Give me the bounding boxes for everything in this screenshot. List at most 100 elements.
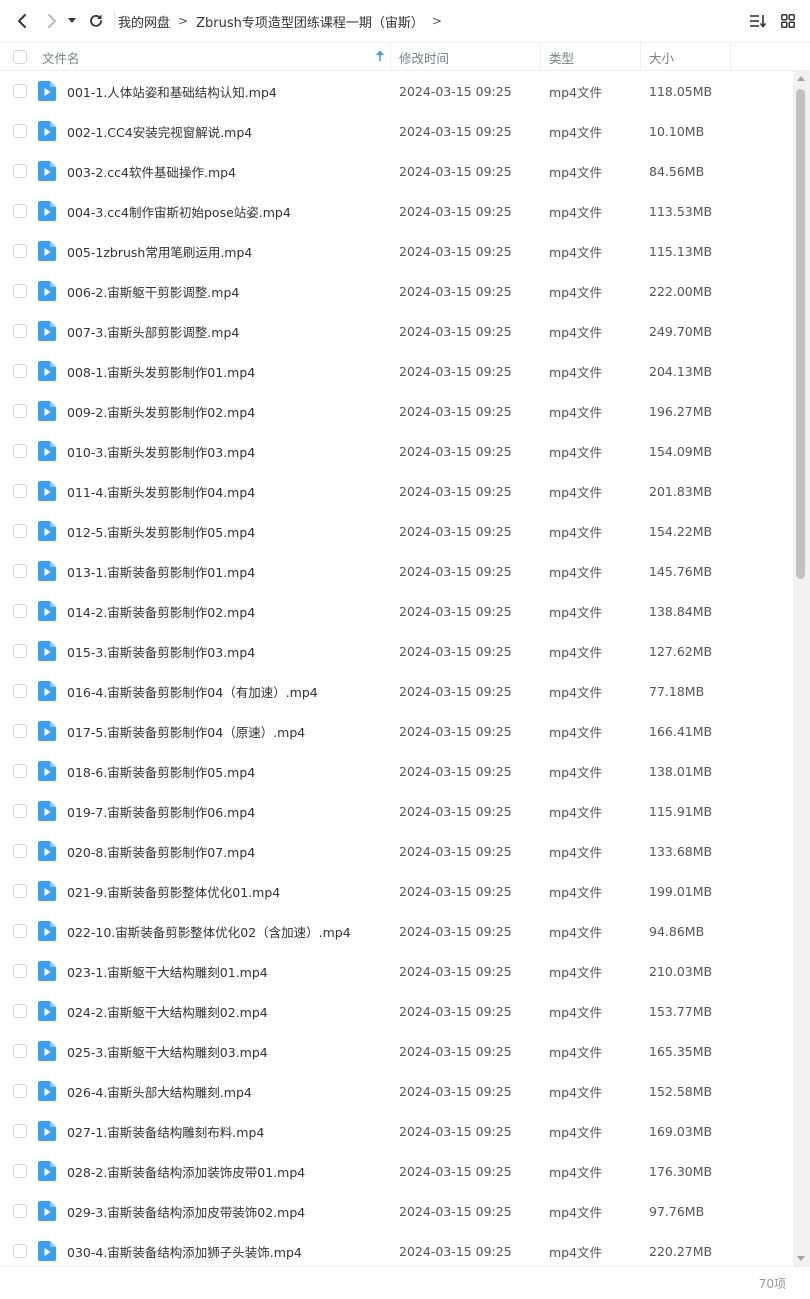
file-type: mp4文件 — [549, 324, 603, 340]
scroll-up-arrow-icon[interactable] — [797, 76, 805, 81]
file-row[interactable]: 014-2.宙斯装备剪影制作02.mp4 2024-03-15 09:25 mp… — [0, 591, 793, 631]
file-size: 94.86MB — [649, 923, 705, 939]
column-divider[interactable] — [730, 43, 731, 71]
file-name: 016-4.宙斯装备剪影制作04（有加速）.mp4 — [67, 684, 318, 700]
file-row[interactable]: 022-10.宙斯装备剪影整体优化02（含加速）.mp4 2024-03-15 … — [0, 911, 793, 951]
file-size: 169.03MB — [649, 1123, 713, 1139]
file-size: 210.03MB — [649, 963, 713, 979]
row-checkbox[interactable] — [13, 84, 27, 98]
file-row[interactable]: 004-3.cc4制作宙斯初始pose站姿.mp4 2024-03-15 09:… — [0, 191, 793, 231]
file-row[interactable]: 020-8.宙斯装备剪影制作07.mp4 2024-03-15 09:25 mp… — [0, 831, 793, 871]
file-row[interactable]: 024-2.宙斯躯干大结构雕刻02.mp4 2024-03-15 09:25 m… — [0, 991, 793, 1031]
file-row[interactable]: 016-4.宙斯装备剪影制作04（有加速）.mp4 2024-03-15 09:… — [0, 671, 793, 711]
row-checkbox[interactable] — [13, 764, 27, 778]
file-row[interactable]: 013-1.宙斯装备剪影制作01.mp4 2024-03-15 09:25 mp… — [0, 551, 793, 591]
row-checkbox[interactable] — [13, 164, 27, 178]
row-checkbox[interactable] — [13, 724, 27, 738]
file-row[interactable]: 002-1.CC4安装完视窗解说.mp4 2024-03-15 09:25 mp… — [0, 111, 793, 151]
row-checkbox[interactable] — [13, 684, 27, 698]
file-row[interactable]: 025-3.宙斯躯干大结构雕刻03.mp4 2024-03-15 09:25 m… — [0, 1031, 793, 1071]
file-row[interactable]: 007-3.宙斯头部剪影调整.mp4 2024-03-15 09:25 mp4文… — [0, 311, 793, 351]
file-row[interactable]: 011-4.宙斯头发剪影制作04.mp4 2024-03-15 09:25 mp… — [0, 471, 793, 511]
file-row[interactable]: 001-1.人体站姿和基础结构认知.mp4 2024-03-15 09:25 m… — [0, 71, 793, 111]
scroll-down-arrow-icon[interactable] — [797, 1256, 805, 1261]
back-button[interactable] — [10, 9, 34, 33]
row-checkbox[interactable] — [13, 324, 27, 338]
row-checkbox[interactable] — [13, 124, 27, 138]
file-type: mp4文件 — [549, 404, 603, 420]
file-row[interactable]: 028-2.宙斯装备结构添加装饰皮带01.mp4 2024-03-15 09:2… — [0, 1151, 793, 1191]
video-file-icon — [38, 1121, 56, 1141]
file-row[interactable]: 027-1.宙斯装备结构雕刻布料.mp4 2024-03-15 09:25 mp… — [0, 1111, 793, 1151]
file-name: 002-1.CC4安装完视窗解说.mp4 — [67, 124, 253, 140]
row-checkbox[interactable] — [13, 524, 27, 538]
refresh-button[interactable] — [84, 9, 108, 33]
row-checkbox[interactable] — [13, 364, 27, 378]
row-checkbox[interactable] — [13, 884, 27, 898]
file-row[interactable]: 021-9.宙斯装备剪影整体优化01.mp4 2024-03-15 09:25 … — [0, 871, 793, 911]
file-row[interactable]: 010-3.宙斯头发剪影制作03.mp4 2024-03-15 09:25 mp… — [0, 431, 793, 471]
row-checkbox[interactable] — [13, 604, 27, 618]
column-divider[interactable] — [640, 43, 641, 71]
file-row[interactable]: 019-7.宙斯装备剪影制作06.mp4 2024-03-15 09:25 mp… — [0, 791, 793, 831]
row-checkbox[interactable] — [13, 1004, 27, 1018]
row-checkbox[interactable] — [13, 644, 27, 658]
file-row[interactable]: 003-2.cc4软件基础操作.mp4 2024-03-15 09:25 mp4… — [0, 151, 793, 191]
file-row[interactable]: 030-4.宙斯装备结构添加狮子头装饰.mp4 2024-03-15 09:25… — [0, 1231, 793, 1266]
select-all-checkbox[interactable] — [13, 50, 27, 64]
breadcrumb-separator[interactable]: > — [432, 14, 442, 28]
column-divider[interactable] — [540, 43, 541, 71]
column-header-name[interactable]: 文件名 — [42, 43, 80, 71]
file-row[interactable]: 017-5.宙斯装备剪影制作04（原速）.mp4 2024-03-15 09:2… — [0, 711, 793, 751]
forward-button[interactable] — [40, 9, 64, 33]
column-header-type[interactable]: 类型 — [549, 43, 574, 71]
file-row[interactable]: 018-6.宙斯装备剪影制作05.mp4 2024-03-15 09:25 mp… — [0, 751, 793, 791]
row-checkbox[interactable] — [13, 1204, 27, 1218]
row-checkbox[interactable] — [13, 844, 27, 858]
row-checkbox[interactable] — [13, 924, 27, 938]
column-header-size[interactable]: 大小 — [649, 43, 674, 71]
row-checkbox[interactable] — [13, 284, 27, 298]
breadcrumb-item-root[interactable]: 我的网盘 — [118, 12, 170, 31]
file-size: 115.91MB — [649, 803, 713, 819]
file-row[interactable]: 029-3.宙斯装备结构添加皮带装饰02.mp4 2024-03-15 09:2… — [0, 1191, 793, 1231]
file-name: 012-5.宙斯头发剪影制作05.mp4 — [67, 524, 256, 540]
file-row[interactable]: 005-1zbrush常用笔刷运用.mp4 2024-03-15 09:25 m… — [0, 231, 793, 271]
breadcrumb-item-current[interactable]: Zbrush专项造型团练课程一期（宙斯） — [196, 12, 424, 31]
row-checkbox[interactable] — [13, 404, 27, 418]
grid-view-button[interactable] — [778, 9, 798, 33]
row-checkbox[interactable] — [13, 244, 27, 258]
row-checkbox[interactable] — [13, 1164, 27, 1178]
row-checkbox[interactable] — [13, 1084, 27, 1098]
file-row[interactable]: 023-1.宙斯躯干大结构雕刻01.mp4 2024-03-15 09:25 m… — [0, 951, 793, 991]
sort-ascending-icon[interactable] — [375, 50, 385, 62]
row-checkbox[interactable] — [13, 1244, 27, 1258]
row-checkbox[interactable] — [13, 444, 27, 458]
file-row[interactable]: 012-5.宙斯头发剪影制作05.mp4 2024-03-15 09:25 mp… — [0, 511, 793, 551]
row-checkbox[interactable] — [13, 1124, 27, 1138]
row-checkbox[interactable] — [13, 484, 27, 498]
file-size: 220.27MB — [649, 1243, 713, 1259]
column-header-modified[interactable]: 修改时间 — [399, 43, 449, 71]
file-row[interactable]: 006-2.宙斯躯干剪影调整.mp4 2024-03-15 09:25 mp4文… — [0, 271, 793, 311]
file-size: 204.13MB — [649, 363, 713, 379]
file-modified-time: 2024-03-15 09:25 — [399, 1163, 512, 1179]
file-name: 011-4.宙斯头发剪影制作04.mp4 — [67, 484, 256, 500]
file-name: 017-5.宙斯装备剪影制作04（原速）.mp4 — [67, 724, 306, 740]
vertical-scrollbar[interactable] — [793, 71, 810, 1266]
row-checkbox[interactable] — [13, 964, 27, 978]
row-checkbox[interactable] — [13, 204, 27, 218]
file-row[interactable]: 008-1.宙斯头发剪影制作01.mp4 2024-03-15 09:25 mp… — [0, 351, 793, 391]
scrollbar-thumb[interactable] — [796, 89, 805, 579]
history-dropdown-button[interactable] — [64, 9, 80, 33]
file-list: 001-1.人体站姿和基础结构认知.mp4 2024-03-15 09:25 m… — [0, 71, 793, 1266]
row-checkbox[interactable] — [13, 1044, 27, 1058]
file-row[interactable]: 009-2.宙斯头发剪影制作02.mp4 2024-03-15 09:25 mp… — [0, 391, 793, 431]
file-name: 018-6.宙斯装备剪影制作05.mp4 — [67, 764, 256, 780]
row-checkbox[interactable] — [13, 564, 27, 578]
row-checkbox[interactable] — [13, 804, 27, 818]
file-row[interactable]: 026-4.宙斯头部大结构雕刻.mp4 2024-03-15 09:25 mp4… — [0, 1071, 793, 1111]
sort-button[interactable] — [748, 9, 768, 33]
file-row[interactable]: 015-3.宙斯装备剪影制作03.mp4 2024-03-15 09:25 mp… — [0, 631, 793, 671]
column-divider[interactable] — [390, 43, 391, 71]
